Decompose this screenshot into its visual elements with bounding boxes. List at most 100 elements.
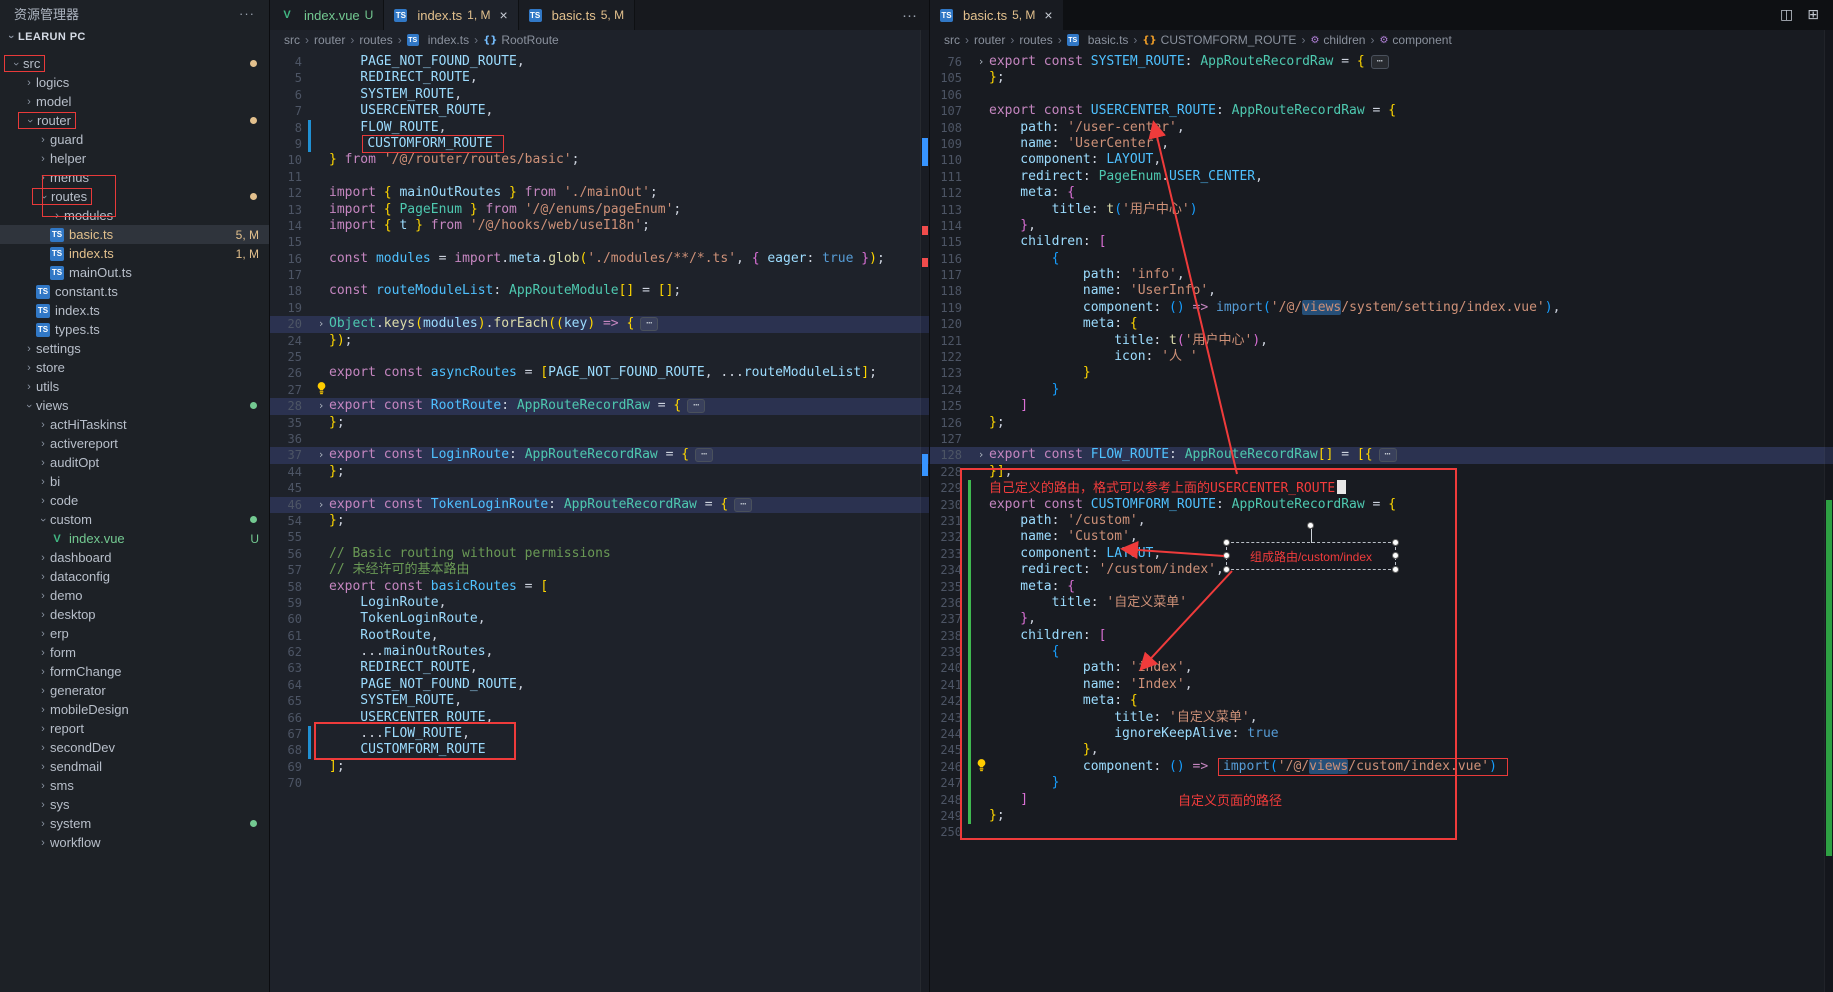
code-line-112[interactable]: 112 meta: { bbox=[930, 185, 1833, 201]
resize-handle[interactable] bbox=[1392, 539, 1399, 546]
line-number[interactable]: 6 bbox=[270, 87, 308, 103]
code-line-35[interactable]: 35}; bbox=[270, 415, 929, 431]
lightbulb-icon[interactable] bbox=[313, 382, 329, 398]
code-line-26[interactable]: 26export const asyncRoutes = [PAGE_NOT_F… bbox=[270, 365, 929, 381]
line-number[interactable]: 11 bbox=[270, 169, 308, 185]
code-line-55[interactable]: 55 bbox=[270, 529, 929, 545]
code-line-228[interactable]: 228}]; bbox=[930, 464, 1833, 480]
tree-item-sys[interactable]: ›sys bbox=[0, 795, 269, 814]
code-line-111[interactable]: 111 redirect: PageEnum.USER_CENTER, bbox=[930, 169, 1833, 185]
tree-item-modules[interactable]: ›modules bbox=[0, 206, 269, 225]
resize-handle[interactable] bbox=[1223, 566, 1230, 573]
code-line-61[interactable]: 61 RootRoute, bbox=[270, 628, 929, 644]
code-line-58[interactable]: 58export const basicRoutes = [ bbox=[270, 579, 929, 595]
line-number[interactable]: 7 bbox=[270, 103, 308, 119]
code-line-57[interactable]: 57// 未经许可的基本路由 bbox=[270, 562, 929, 578]
code-line-229[interactable]: 229自己定义的路由，格式可以参考上面的USERCENTER_ROUTE bbox=[930, 480, 1833, 496]
line-number[interactable]: 24 bbox=[270, 333, 308, 349]
tree-item-secondDev[interactable]: ›secondDev bbox=[0, 738, 269, 757]
code-line-127[interactable]: 127 bbox=[930, 431, 1833, 447]
tree-item-actHiTaskinst[interactable]: ›actHiTaskinst bbox=[0, 415, 269, 434]
tree-item-store[interactable]: ›store bbox=[0, 358, 269, 377]
tree-item-mainOut.ts[interactable]: TSmainOut.ts bbox=[0, 263, 269, 282]
code-editor-middle[interactable]: 4 PAGE_NOT_FOUND_ROUTE,5 REDIRECT_ROUTE,… bbox=[270, 50, 929, 992]
code-line-114[interactable]: 114 }, bbox=[930, 218, 1833, 234]
code-line-18[interactable]: 18const routeModuleList: AppRouteModule[… bbox=[270, 283, 929, 299]
resize-handle[interactable] bbox=[1223, 552, 1230, 559]
line-number[interactable]: 57 bbox=[270, 562, 308, 578]
code-line-19[interactable]: 19 bbox=[270, 300, 929, 316]
line-number[interactable]: 115 bbox=[930, 234, 968, 250]
code-line-126[interactable]: 126}; bbox=[930, 415, 1833, 431]
code-line-115[interactable]: 115 children: [ bbox=[930, 234, 1833, 250]
tree-item-activereport[interactable]: ›activereport bbox=[0, 434, 269, 453]
line-number[interactable]: 25 bbox=[270, 349, 308, 365]
line-number[interactable]: 12 bbox=[270, 185, 308, 201]
code-line-28[interactable]: 28›export const RootRoute: AppRouteRecor… bbox=[270, 398, 929, 414]
split-editor-icon[interactable]: ◫ bbox=[1780, 7, 1793, 23]
tree-item-model[interactable]: ›model bbox=[0, 92, 269, 111]
line-number[interactable]: 46 bbox=[270, 497, 308, 513]
code-line-27[interactable]: 27 bbox=[270, 382, 929, 398]
line-number[interactable]: 16 bbox=[270, 251, 308, 267]
code-line-128[interactable]: 128›export const FLOW_ROUTE: AppRouteRec… bbox=[930, 447, 1833, 463]
code-line-243[interactable]: 243 title: '自定义菜单', bbox=[930, 710, 1833, 726]
tab-index.ts[interactable]: TSindex.ts1, M× bbox=[384, 0, 518, 30]
code-line-68[interactable]: 68 CUSTOMFORM_ROUTE bbox=[270, 742, 929, 758]
breadcrumb-item-children[interactable]: ⚙children bbox=[1310, 33, 1365, 47]
code-line-248[interactable]: 248 ] bbox=[930, 792, 1833, 808]
line-number[interactable]: 122 bbox=[930, 349, 968, 365]
line-number[interactable]: 9 bbox=[270, 136, 308, 152]
line-number[interactable]: 248 bbox=[930, 792, 968, 808]
code-line-120[interactable]: 120 meta: { bbox=[930, 316, 1833, 332]
line-number[interactable]: 111 bbox=[930, 169, 968, 185]
code-line-117[interactable]: 117 path: 'info', bbox=[930, 267, 1833, 283]
line-number[interactable]: 26 bbox=[270, 365, 308, 381]
line-number[interactable]: 242 bbox=[930, 693, 968, 709]
code-line-56[interactable]: 56// Basic routing without permissions bbox=[270, 546, 929, 562]
code-line-125[interactable]: 125 ] bbox=[930, 398, 1833, 414]
code-line-107[interactable]: 107export const USERCENTER_ROUTE: AppRou… bbox=[930, 103, 1833, 119]
annotation-textbox[interactable]: 组成路由/custom/index bbox=[1226, 542, 1396, 570]
tree-item-generator[interactable]: ›generator bbox=[0, 681, 269, 700]
code-line-15[interactable]: 15 bbox=[270, 234, 929, 250]
code-line-46[interactable]: 46›export const TokenLoginRoute: AppRout… bbox=[270, 497, 929, 513]
line-number[interactable]: 20 bbox=[270, 316, 308, 332]
line-number[interactable]: 124 bbox=[930, 382, 968, 398]
code-line-123[interactable]: 123 } bbox=[930, 365, 1833, 381]
close-icon[interactable]: × bbox=[1044, 7, 1052, 23]
code-line-16[interactable]: 16const modules = import.meta.glob('./mo… bbox=[270, 251, 929, 267]
tree-item-workflow[interactable]: ›workflow bbox=[0, 833, 269, 852]
line-number[interactable]: 243 bbox=[930, 710, 968, 726]
line-number[interactable]: 229 bbox=[930, 480, 968, 496]
line-number[interactable]: 228 bbox=[930, 464, 968, 480]
breadcrumb-item-router[interactable]: router bbox=[974, 33, 1005, 47]
code-line-247[interactable]: 247 } bbox=[930, 775, 1833, 791]
line-number[interactable]: 240 bbox=[930, 660, 968, 676]
tree-item-utils[interactable]: ›utils bbox=[0, 377, 269, 396]
resize-handle[interactable] bbox=[1392, 552, 1399, 559]
tree-item-formChange[interactable]: ›formChange bbox=[0, 662, 269, 681]
line-number[interactable]: 250 bbox=[930, 824, 968, 840]
line-number[interactable]: 234 bbox=[930, 562, 968, 578]
breadcrumb-item-CUSTOMFORM_ROUTE[interactable]: {}CUSTOMFORM_ROUTE bbox=[1142, 33, 1296, 47]
line-number[interactable]: 128 bbox=[930, 447, 968, 463]
lightbulb-icon[interactable] bbox=[973, 759, 989, 775]
line-number[interactable]: 233 bbox=[930, 546, 968, 562]
tree-item-form[interactable]: ›form bbox=[0, 643, 269, 662]
breadcrumb-item-index.ts[interactable]: TSindex.ts bbox=[407, 33, 469, 47]
code-line-6[interactable]: 6 SYSTEM_ROUTE, bbox=[270, 87, 929, 103]
line-number[interactable]: 126 bbox=[930, 415, 968, 431]
code-line-245[interactable]: 245 }, bbox=[930, 742, 1833, 758]
fold-ellipsis[interactable]: ⋯ bbox=[1371, 55, 1389, 69]
code-line-69[interactable]: 69]; bbox=[270, 759, 929, 775]
tab-basic.ts[interactable]: TSbasic.ts5, M× bbox=[930, 0, 1064, 30]
code-line-17[interactable]: 17 bbox=[270, 267, 929, 283]
line-number[interactable]: 106 bbox=[930, 87, 968, 103]
tree-item-index.ts[interactable]: TSindex.ts1, M bbox=[0, 244, 269, 263]
code-line-65[interactable]: 65 SYSTEM_ROUTE, bbox=[270, 693, 929, 709]
line-number[interactable]: 62 bbox=[270, 644, 308, 660]
tree-item-helper[interactable]: ›helper bbox=[0, 149, 269, 168]
code-line-244[interactable]: 244 ignoreKeepAlive: true bbox=[930, 726, 1833, 742]
code-line-109[interactable]: 109 name: 'UserCenter', bbox=[930, 136, 1833, 152]
